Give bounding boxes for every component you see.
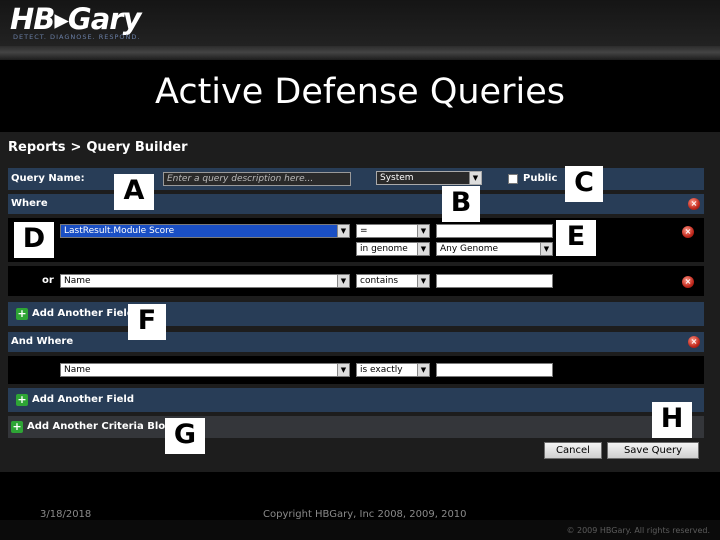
genome-scope-select[interactable]: in genome ▼ bbox=[356, 242, 430, 256]
field-select-value: Name bbox=[64, 276, 91, 286]
breadcrumb-query-builder: Query Builder bbox=[86, 140, 188, 155]
or-label: or bbox=[42, 275, 54, 286]
slide-title: Active Defense Queries bbox=[155, 72, 565, 112]
chevron-down-icon[interactable]: ▼ bbox=[469, 172, 481, 184]
chevron-down-icon[interactable]: ▼ bbox=[417, 225, 429, 237]
operator-select-value: contains bbox=[360, 276, 399, 286]
operator-select-is-exactly[interactable]: is exactly ▼ bbox=[356, 363, 430, 377]
callout-e: E bbox=[556, 220, 596, 256]
chevron-down-icon[interactable]: ▼ bbox=[417, 243, 429, 255]
breadcrumb-separator: > bbox=[70, 140, 82, 155]
callout-g: G bbox=[165, 418, 205, 454]
where-condition-1: LastResult.Module Score ▼ = ▼ in genome … bbox=[8, 218, 704, 262]
plus-square-icon[interactable]: + bbox=[16, 394, 28, 406]
query-name-label: Query Name: bbox=[11, 173, 85, 184]
footer-date: 3/18/2018 bbox=[40, 509, 92, 520]
callout-d: D bbox=[14, 222, 54, 258]
value-input-3[interactable] bbox=[436, 363, 553, 377]
add-field-row-2: + Add Another Field bbox=[8, 388, 704, 412]
genome-select[interactable]: Any Genome ▼ bbox=[436, 242, 553, 256]
value-input-1[interactable] bbox=[436, 224, 553, 238]
value-input-2[interactable] bbox=[436, 274, 553, 288]
genome-select-value: Any Genome bbox=[440, 244, 499, 254]
hbgary-logo: HB▸Gary DETECT. DIAGNOSE. RESPOND. bbox=[10, 2, 142, 41]
add-field-row: + Add Another Field bbox=[8, 302, 704, 326]
query-builder-panel: Reports > Query Builder Query Name: Enter … bbox=[0, 132, 720, 472]
field-select-value: Name bbox=[64, 365, 91, 375]
plus-square-icon[interactable]: + bbox=[11, 421, 23, 433]
field-select-value: LastResult.Module Score bbox=[64, 226, 175, 236]
chevron-down-icon[interactable]: ▼ bbox=[337, 275, 349, 287]
callout-b: B bbox=[442, 186, 480, 222]
operator-select-contains[interactable]: contains ▼ bbox=[356, 274, 430, 288]
and-where-header-row: And Where × bbox=[8, 332, 704, 352]
where-label: Where bbox=[11, 198, 48, 209]
plus-square-icon[interactable]: + bbox=[16, 308, 28, 320]
scope-select-value: System bbox=[380, 173, 414, 183]
chevron-down-icon[interactable]: ▼ bbox=[540, 243, 552, 255]
callout-c: C bbox=[565, 166, 603, 202]
callout-f: F bbox=[128, 304, 166, 340]
and-where-label: And Where bbox=[11, 336, 74, 347]
scope-select[interactable]: System ▼ bbox=[376, 171, 482, 185]
logo-wordmark: HB▸Gary bbox=[10, 2, 142, 36]
remove-condition-2-icon[interactable]: × bbox=[682, 276, 694, 288]
operator-select-value: is exactly bbox=[360, 365, 403, 375]
add-another-field-link[interactable]: Add Another Field bbox=[32, 308, 134, 319]
and-where-condition-1: Name ▼ is exactly ▼ bbox=[8, 356, 704, 384]
genome-scope-value: in genome bbox=[360, 244, 408, 254]
cancel-button[interactable]: Cancel bbox=[544, 442, 602, 459]
remove-where-block-icon[interactable]: × bbox=[688, 198, 700, 210]
slide-header: HB▸Gary DETECT. DIAGNOSE. RESPOND. bbox=[0, 0, 720, 60]
callout-h: H bbox=[652, 402, 692, 438]
logo-tagline: DETECT. DIAGNOSE. RESPOND. bbox=[13, 33, 141, 41]
footer-rights: © 2009 HBGary. All rights reserved. bbox=[566, 526, 710, 535]
field-select-module-score[interactable]: LastResult.Module Score ▼ bbox=[60, 224, 350, 238]
save-query-button[interactable]: Save Query bbox=[607, 442, 699, 459]
breadcrumb: Reports > Query Builder bbox=[8, 140, 188, 155]
query-description-input[interactable]: Enter a query description here... bbox=[163, 172, 351, 186]
callout-a: A bbox=[114, 174, 154, 210]
public-label: Public bbox=[523, 173, 558, 184]
remove-condition-1-icon[interactable]: × bbox=[682, 226, 694, 238]
operator-select-value: = bbox=[360, 226, 368, 236]
where-condition-2: or Name ▼ contains ▼ × bbox=[8, 266, 704, 296]
field-select-name[interactable]: Name ▼ bbox=[60, 274, 350, 288]
chevron-down-icon[interactable]: ▼ bbox=[337, 364, 349, 376]
add-criteria-row: + Add Another Criteria Block bbox=[8, 416, 704, 438]
public-checkbox[interactable] bbox=[508, 174, 518, 184]
chevron-down-icon[interactable]: ▼ bbox=[417, 275, 429, 287]
chevron-down-icon[interactable]: ▼ bbox=[337, 225, 349, 237]
chevron-down-icon[interactable]: ▼ bbox=[417, 364, 429, 376]
footer-copyright: Copyright HBGary, Inc 2008, 2009, 2010 bbox=[263, 509, 467, 520]
add-another-field-link[interactable]: Add Another Field bbox=[32, 394, 134, 405]
operator-select-equals[interactable]: = ▼ bbox=[356, 224, 430, 238]
header-stripe bbox=[0, 46, 720, 60]
field-select-name[interactable]: Name ▼ bbox=[60, 363, 350, 377]
add-another-criteria-block-link[interactable]: Add Another Criteria Block bbox=[27, 421, 178, 432]
remove-and-where-block-icon[interactable]: × bbox=[688, 336, 700, 348]
breadcrumb-reports[interactable]: Reports bbox=[8, 140, 65, 155]
